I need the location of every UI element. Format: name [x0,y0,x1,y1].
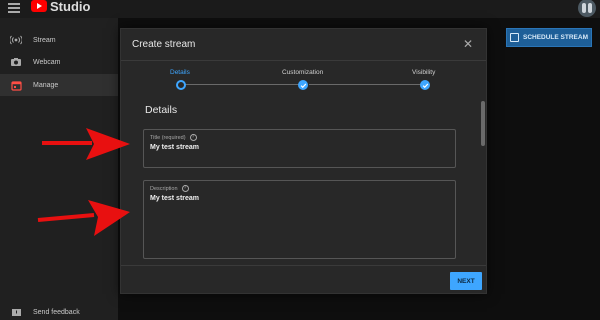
send-feedback-link[interactable]: Send feedback [0,305,118,320]
step-connector [185,84,299,85]
section-title: Details [145,104,178,116]
divider [121,265,486,266]
sidebar-item-label: Manage [33,81,59,89]
title-field[interactable]: Title (required) ? My test stream [143,129,456,168]
description-label-text: Description [150,185,178,192]
annotation-arrow-icon [37,200,130,236]
next-button[interactable]: NEXT [450,272,482,290]
scrollbar[interactable] [481,101,485,146]
step-label-details[interactable]: Details [170,69,190,76]
sidebar-item-webcam[interactable]: Webcam [0,51,118,73]
sidebar-item-label: Stream [33,36,56,44]
stream-icon [9,33,23,47]
create-stream-dialog: Create stream ✕ Details Customization Vi… [120,28,487,294]
description-input[interactable]: My test stream [150,195,199,202]
brand-name: Studio [50,0,91,14]
description-field-label: Description ? [150,185,189,192]
step-label-customization[interactable]: Customization [282,69,323,76]
calendar-icon [9,78,23,92]
avatar[interactable] [578,0,596,17]
schedule-stream-label: SCHEDULE STREAM [522,34,588,41]
title-input[interactable]: My test stream [150,144,199,151]
sidebar-item-label: Webcam [33,58,61,66]
help-icon[interactable]: ? [181,185,189,192]
annotation-arrow-icon [42,128,130,160]
check-icon[interactable] [298,80,308,90]
calendar-icon [509,33,519,42]
send-feedback-label: Send feedback [33,309,80,316]
sidebar: Stream Webcam Manage Send feedback [0,18,118,320]
step-label-visibility[interactable]: Visibility [412,69,435,76]
check-icon[interactable] [420,80,430,90]
close-icon[interactable]: ✕ [462,38,474,50]
description-field[interactable]: Description ? My test stream [143,180,456,259]
divider [121,60,486,61]
title-label-text: Title (required) [150,134,186,141]
menu-icon[interactable] [8,3,20,13]
help-icon[interactable]: ? [189,134,197,141]
camera-icon [9,55,23,69]
dialog-title: Create stream [132,39,196,50]
sidebar-item-manage[interactable]: Manage [0,74,118,96]
step-dot-current[interactable] [176,80,186,90]
sidebar-item-stream[interactable]: Stream [0,29,118,51]
top-bar: Studio [0,0,600,18]
title-field-label: Title (required) ? [150,134,197,141]
step-connector [309,84,425,85]
youtube-logo-icon[interactable] [31,0,47,12]
feedback-icon [9,306,23,320]
schedule-stream-button[interactable]: SCHEDULE STREAM [506,28,592,47]
